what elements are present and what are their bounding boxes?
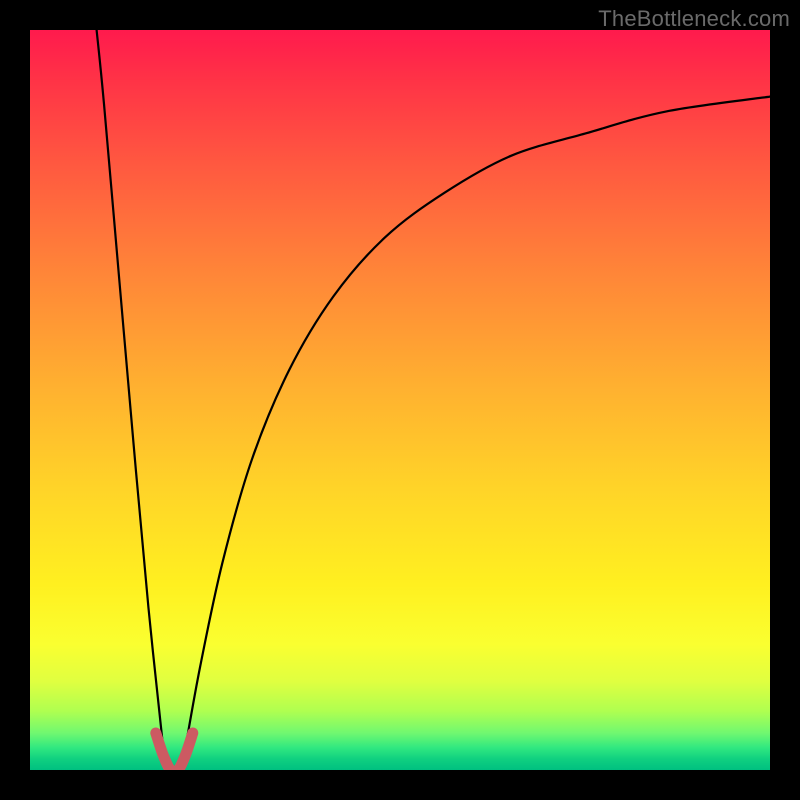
curve-layer [30,30,770,770]
watermark-text: TheBottleneck.com [598,6,790,32]
left-curve [97,30,164,748]
plot-area [30,30,770,770]
chart-frame: TheBottleneck.com [0,0,800,800]
right-curve [185,97,770,748]
dip-marker [156,733,193,770]
